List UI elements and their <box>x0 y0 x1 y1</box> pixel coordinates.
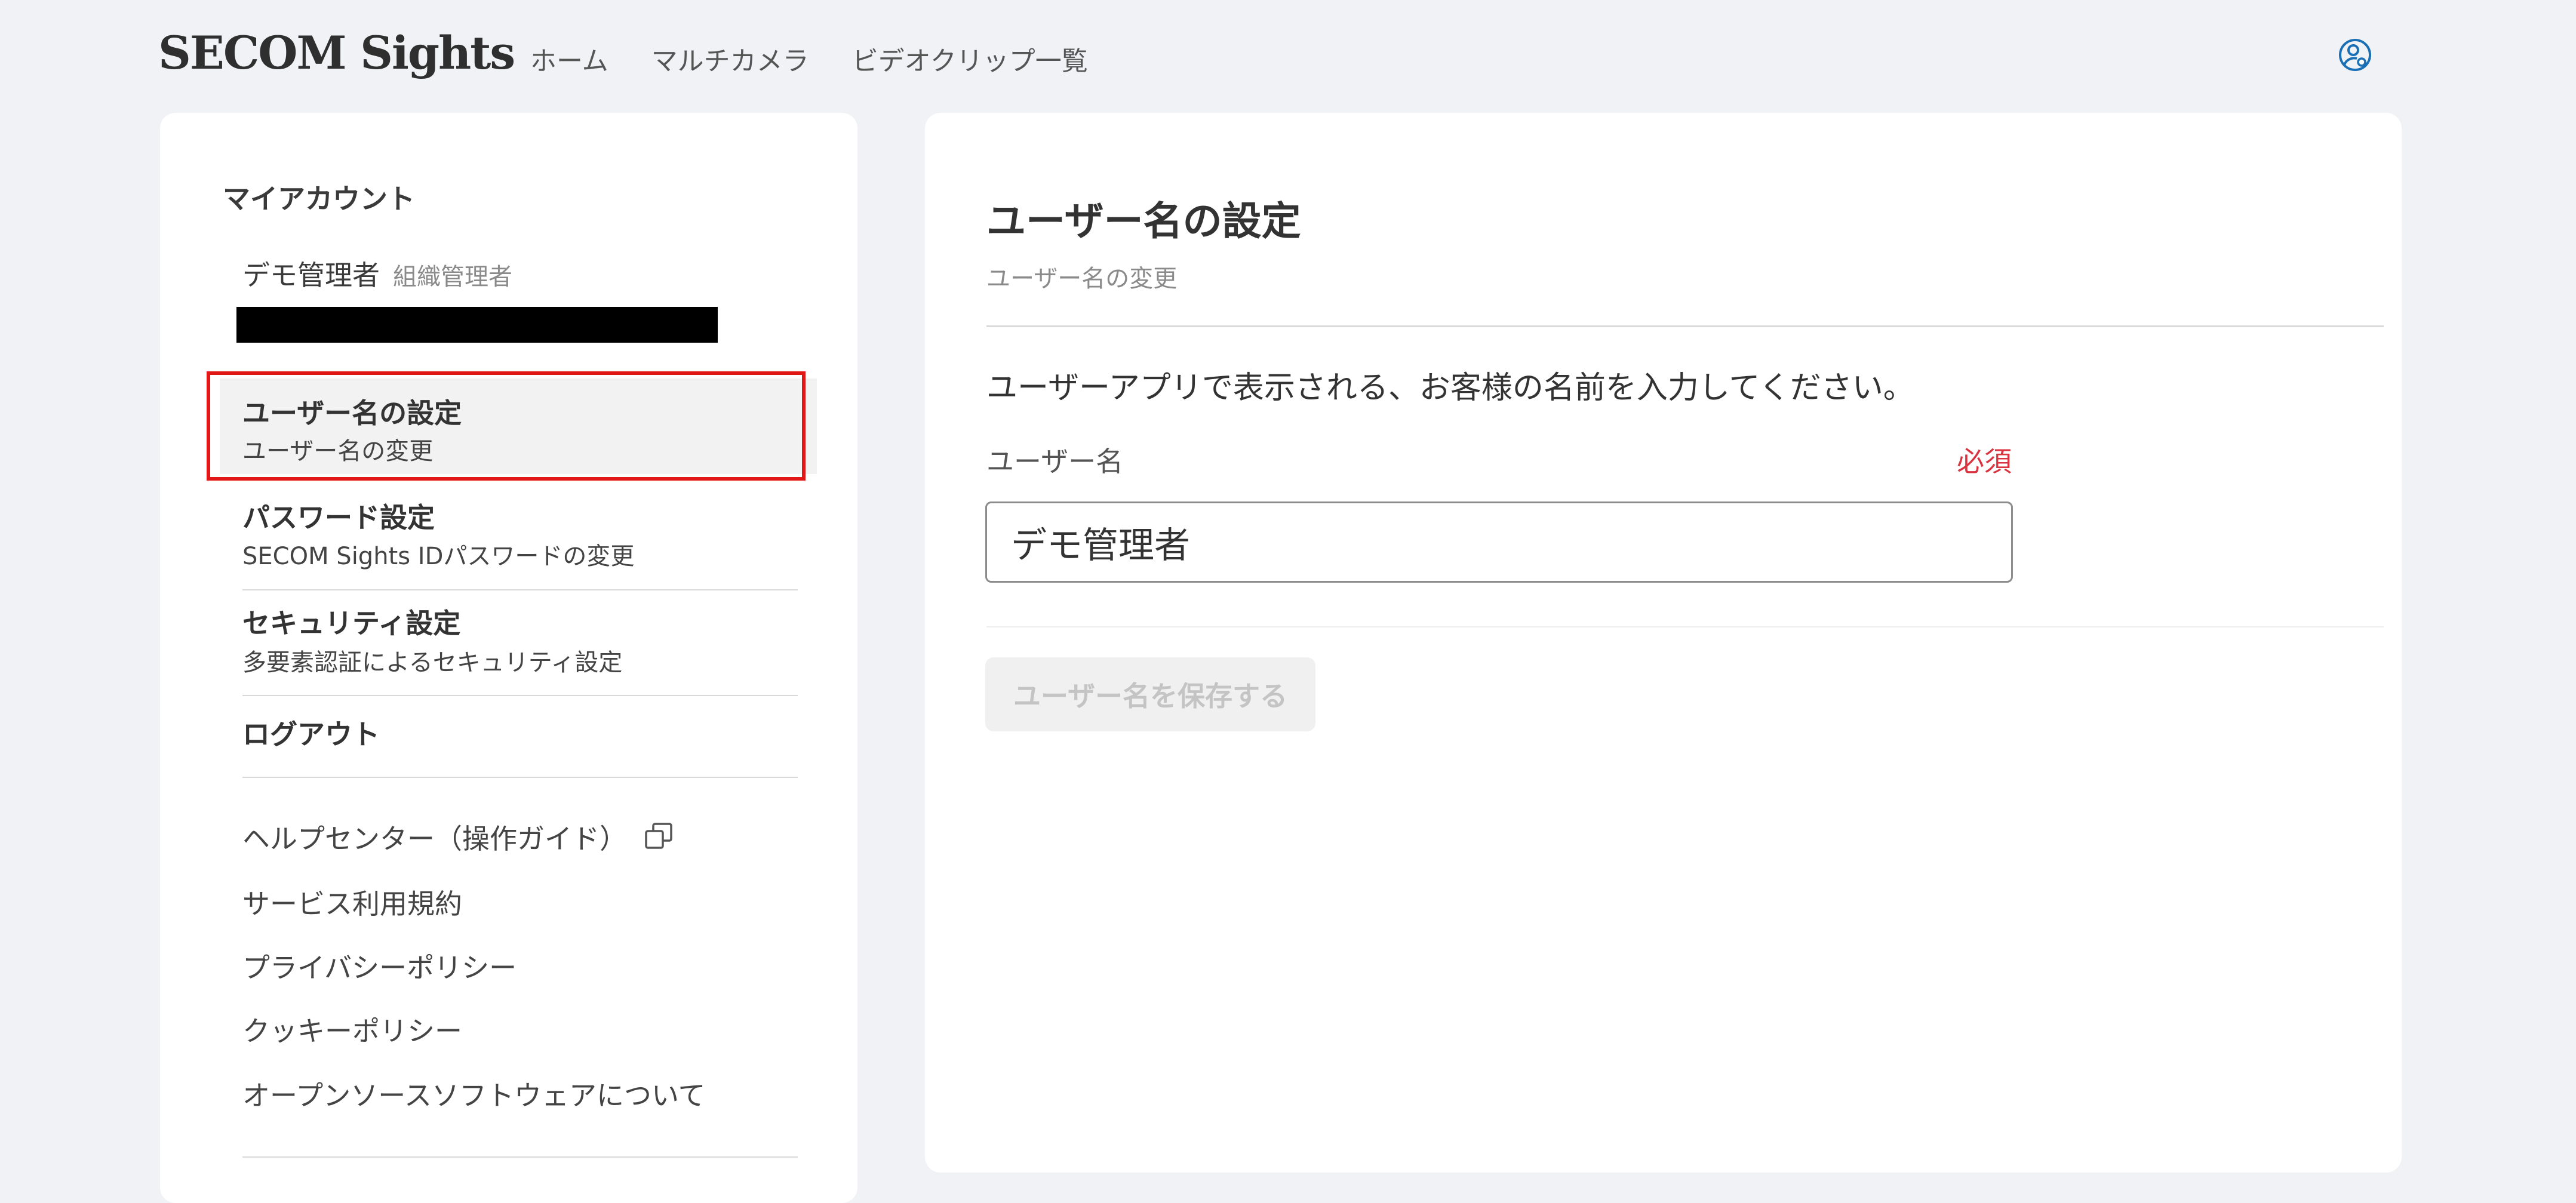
username-field-label: ユーザー名 <box>986 445 1124 478</box>
page-subtitle: ユーザー名の変更 <box>986 265 1178 293</box>
nav-multi-camera[interactable]: マルチカメラ <box>651 39 809 78</box>
nav-video-clips[interactable]: ビデオクリップ一覧 <box>852 39 1088 78</box>
redacted-email <box>236 307 718 343</box>
menu-title-security: セキュリティ設定 <box>242 607 461 639</box>
username-input[interactable] <box>985 501 2013 583</box>
open-source-link[interactable]: オープンソースソフトウェアについて <box>242 1074 706 1113</box>
help-center-link[interactable]: ヘルプセンター（操作ガイド） <box>242 817 676 857</box>
nav-home[interactable]: ホーム <box>530 39 608 78</box>
account-info: デモ管理者 組織管理者 <box>242 254 512 293</box>
form-description: ユーザーアプリで表示される、お客様の名前を入力してください。 <box>986 370 1914 406</box>
privacy-policy-link[interactable]: プライバシーポリシー <box>242 946 517 986</box>
sidebar-heading: マイアカウント <box>223 183 415 215</box>
sidebar-item-logout[interactable]: ログアウト <box>220 696 817 768</box>
page-title: ユーザー名の設定 <box>986 198 1301 244</box>
divider <box>986 325 2384 327</box>
top-header: SECOM Sights ホーム マルチカメラ ビデオクリップ一覧 <box>0 0 2576 113</box>
external-link-icon <box>645 823 672 849</box>
main-nav: ホーム マルチカメラ ビデオクリップ一覧 <box>530 39 1088 78</box>
sidebar-item-password[interactable]: パスワード設定 SECOM Sights IDパスワードの変更 <box>220 483 817 579</box>
menu-sub-security: 多要素認証によるセキュリティ設定 <box>242 649 623 676</box>
cookie-policy-link[interactable]: クッキーポリシー <box>242 1010 462 1049</box>
required-badge: 必須 <box>1957 445 2012 478</box>
divider <box>986 626 2384 627</box>
menu-title-logout: ログアウト <box>242 718 380 750</box>
terms-of-service-link[interactable]: サービス利用規約 <box>242 882 462 922</box>
divider <box>242 777 798 778</box>
sidebar-item-security[interactable]: セキュリティ設定 多要素認証によるセキュリティ設定 <box>220 590 817 686</box>
menu-title-password: パスワード設定 <box>242 501 435 534</box>
account-name: デモ管理者 <box>242 259 380 291</box>
selection-highlight <box>207 371 806 481</box>
save-username-button[interactable]: ユーザー名を保存する <box>985 657 1315 731</box>
help-center-label: ヘルプセンター（操作ガイド） <box>242 823 627 855</box>
username-settings-panel: ユーザー名の設定 ユーザー名の変更 ユーザーアプリで表示される、お客様の名前を入… <box>925 113 2402 1173</box>
account-role: 組織管理者 <box>393 263 512 291</box>
divider <box>242 1156 798 1158</box>
menu-sub-password: SECOM Sights IDパスワードの変更 <box>242 543 635 570</box>
account-sidebar: マイアカウント デモ管理者 組織管理者 ユーザー名の設定 ユーザー名の変更 パスワ… <box>160 113 857 1203</box>
app-logo[interactable]: SECOM Sights <box>158 26 515 79</box>
user-settings-icon[interactable] <box>2337 37 2373 73</box>
